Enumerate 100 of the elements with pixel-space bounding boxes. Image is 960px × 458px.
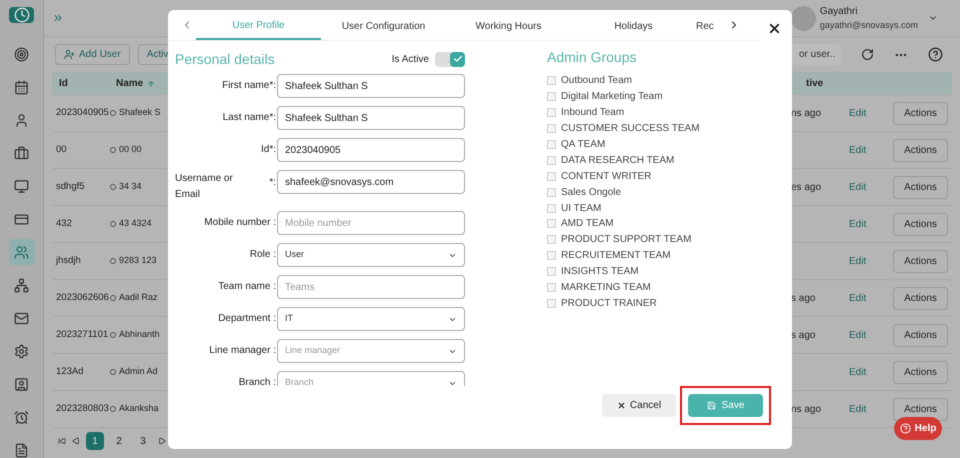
group-label: RECRUITEMENT TEAM bbox=[561, 249, 671, 264]
avatar[interactable] bbox=[790, 6, 816, 30]
field-label: First name*: bbox=[222, 79, 276, 93]
checkbox[interactable] bbox=[547, 235, 556, 244]
edit-link[interactable]: Edit bbox=[849, 106, 893, 120]
checkbox[interactable] bbox=[547, 204, 556, 213]
is-active-toggle[interactable] bbox=[435, 52, 465, 66]
group-label: QA TEAM bbox=[561, 138, 606, 152]
table-cell-text: 2023040905 bbox=[55, 106, 110, 120]
select-field[interactable]: User bbox=[277, 243, 465, 267]
select-value: User bbox=[285, 248, 304, 262]
field-label: Role : bbox=[250, 248, 276, 262]
group-label: UI TEAM bbox=[561, 202, 602, 216]
actions-button[interactable]: Actions bbox=[893, 250, 948, 272]
target-icon bbox=[14, 46, 29, 62]
group-label: PRODUCT TRAINER bbox=[561, 296, 657, 311]
text-field[interactable]: Shafeek Sulthan S bbox=[277, 74, 465, 98]
team-icon bbox=[14, 278, 29, 292]
text-field[interactable]: Mobile number bbox=[277, 211, 465, 235]
field-label: Mobile number : bbox=[204, 216, 276, 230]
table-cell-text: 9283 123 bbox=[119, 254, 157, 268]
page-button[interactable]: 3 bbox=[134, 432, 152, 450]
next-page-icon bbox=[158, 437, 166, 445]
sidebar-item[interactable] bbox=[8, 239, 34, 265]
text-field[interactable]: Teams bbox=[277, 275, 465, 299]
checkbox[interactable] bbox=[547, 76, 556, 86]
user-email: gayathri@snovasys.com bbox=[820, 18, 918, 32]
table-cell-text: 43 4324 bbox=[119, 217, 152, 230]
edit-link[interactable]: Edit bbox=[849, 364, 893, 380]
field-label: Username or Email bbox=[175, 172, 234, 202]
text-field[interactable]: shafeek@snovasys.com bbox=[277, 170, 465, 194]
users-icon bbox=[14, 244, 29, 260]
checkbox[interactable] bbox=[547, 172, 556, 181]
edit-link[interactable]: Edit bbox=[849, 254, 893, 268]
checkbox[interactable] bbox=[547, 251, 556, 260]
tab[interactable]: User Configuration bbox=[321, 12, 446, 40]
card-icon bbox=[14, 212, 29, 226]
actions-button[interactable]: Actions bbox=[893, 102, 948, 124]
select-value: IT bbox=[285, 312, 293, 326]
first-page-icon bbox=[58, 437, 66, 445]
field-label: Department : bbox=[218, 312, 276, 326]
checkbox[interactable] bbox=[547, 219, 556, 228]
edit-link[interactable]: Edit bbox=[849, 290, 893, 306]
table-cell-text: 00 bbox=[55, 142, 68, 157]
add-user-button[interactable]: Add User bbox=[55, 44, 130, 65]
actions-button[interactable]: Actions bbox=[893, 286, 948, 310]
edit-link[interactable]: Edit bbox=[849, 328, 893, 342]
group-label: INSIGHTS TEAM bbox=[561, 265, 639, 280]
table-cell-text: 2023271101 bbox=[55, 328, 110, 342]
table-cell-text: Aadil Raz bbox=[119, 291, 158, 304]
text-field[interactable]: Shafeek Sulthan S bbox=[277, 106, 465, 130]
briefcase-icon bbox=[14, 146, 29, 160]
tab[interactable]: Holidays bbox=[571, 12, 696, 40]
column-header[interactable]: Name bbox=[114, 76, 174, 91]
checkbox[interactable] bbox=[547, 124, 556, 134]
group-label: CONTENT WRITER bbox=[561, 170, 652, 184]
checkbox[interactable] bbox=[547, 156, 556, 165]
table-cell-text: 2023062606 bbox=[55, 290, 110, 305]
edit-link[interactable]: Edit bbox=[849, 216, 893, 232]
tab[interactable]: Working Hours bbox=[446, 12, 571, 40]
tab[interactable]: Rec bbox=[696, 12, 726, 40]
field-label: Branch : bbox=[238, 376, 276, 386]
page-button[interactable]: 2 bbox=[110, 432, 128, 450]
edit-link[interactable]: Edit bbox=[849, 180, 893, 194]
checkbox[interactable] bbox=[547, 298, 556, 308]
checkbox[interactable] bbox=[547, 92, 556, 102]
table-cell-text: Shafeek S bbox=[119, 106, 161, 120]
help-button[interactable]: Help bbox=[894, 417, 942, 440]
checkbox[interactable] bbox=[547, 140, 556, 149]
actions-button[interactable]: Actions bbox=[893, 138, 948, 162]
checkbox[interactable] bbox=[547, 108, 556, 118]
text-field[interactable]: 2023040905 bbox=[277, 138, 465, 162]
app-logo[interactable] bbox=[9, 7, 34, 23]
group-label: PRODUCT SUPPORT TEAM bbox=[561, 233, 692, 248]
actions-button[interactable]: Actions bbox=[893, 176, 948, 198]
actions-button[interactable]: Actions bbox=[893, 212, 948, 236]
field-label: Id*: bbox=[260, 143, 276, 157]
checkbox[interactable] bbox=[547, 267, 556, 276]
column-header[interactable]: Id bbox=[52, 76, 114, 91]
group-label: Outbound Team bbox=[561, 74, 632, 88]
person-icon bbox=[14, 376, 29, 392]
checkbox[interactable] bbox=[547, 188, 556, 197]
table-cell-text: 432 bbox=[55, 216, 73, 231]
table-cell-text: 34 34 bbox=[119, 180, 142, 194]
column-header[interactable]: tive bbox=[806, 76, 952, 91]
cancel-icon bbox=[616, 401, 626, 410]
field-label: Line manager : bbox=[209, 344, 276, 358]
field-label: Last name*: bbox=[222, 111, 276, 125]
cancel-button[interactable]: Cancel bbox=[602, 394, 676, 417]
checkbox[interactable] bbox=[547, 283, 556, 292]
edit-link[interactable]: Edit bbox=[849, 142, 893, 158]
actions-button[interactable]: Actions bbox=[893, 360, 948, 384]
alarm-clock-icon bbox=[14, 410, 29, 424]
table-cell-text: 123Ad bbox=[55, 364, 84, 379]
edit-link[interactable]: Edit bbox=[849, 402, 893, 416]
table-cell-text: 2023280803 bbox=[55, 402, 110, 416]
select-field[interactable]: IT bbox=[277, 307, 465, 331]
actions-button[interactable]: Actions bbox=[893, 324, 948, 346]
field-label: Team name : bbox=[218, 280, 276, 294]
page-button[interactable]: 1 bbox=[86, 432, 104, 450]
